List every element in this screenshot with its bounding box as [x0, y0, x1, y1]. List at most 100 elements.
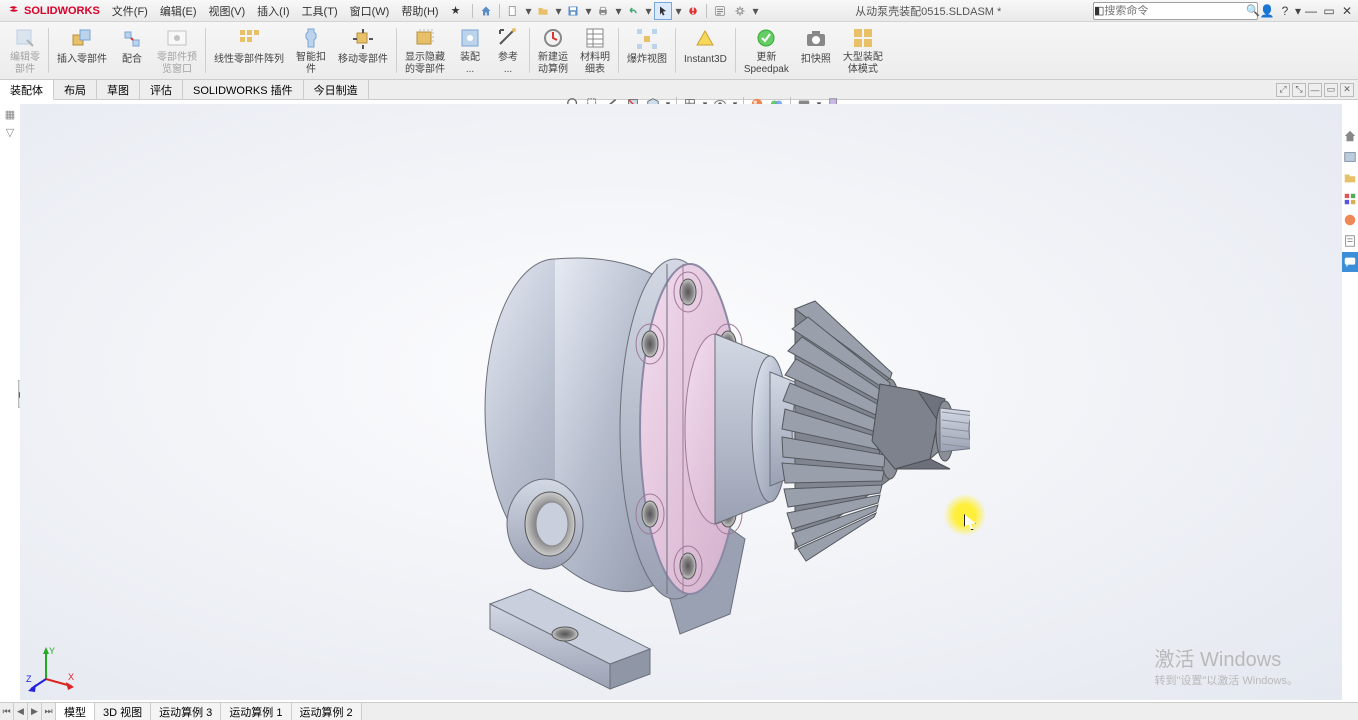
menu-window[interactable]: 窗口(W) — [344, 1, 396, 21]
sheet-tab-3dview[interactable]: 3D 视图 — [95, 703, 151, 720]
tab-nav-last[interactable]: ⏭ — [42, 703, 56, 720]
viewport-restore-icon[interactable]: ▭ — [1324, 83, 1338, 97]
options-button[interactable] — [711, 2, 729, 20]
svg-text:Z: Z — [26, 674, 32, 684]
settings-button[interactable] — [731, 2, 749, 20]
motion-study-button[interactable]: 新建运 动算例 — [532, 24, 574, 77]
toggle-parts-button[interactable]: 显示隐藏 的零部件 — [399, 24, 451, 77]
mate-button[interactable]: 配合 — [113, 24, 151, 77]
save-dropdown[interactable]: ▾ — [584, 2, 592, 20]
rebuild-button[interactable] — [684, 2, 702, 20]
sheet-tab-motion2[interactable]: 运动算例 2 — [292, 703, 362, 720]
app-logo: SOLIDWORKS — [2, 4, 106, 18]
sheet-tab-motion1[interactable]: 运动算例 1 — [221, 703, 291, 720]
move-part-button[interactable]: 移动零部件 — [332, 24, 394, 77]
feature-manager-flyout[interactable]: ▦ ▽ — [2, 106, 20, 142]
preview-button[interactable]: 零部件预 览窗口 — [151, 24, 203, 77]
select-dropdown[interactable]: ▾ — [674, 2, 682, 20]
quick-access-toolbar: ▾ ▾ ▾ ▾ ▾ ▾ ▾ — [466, 2, 763, 20]
tab-sketch[interactable]: 草图 — [97, 80, 140, 99]
model-render — [450, 214, 970, 694]
watermark-sub: 转到"设置"以激活 Windows。 — [1155, 672, 1299, 688]
undo-button[interactable] — [624, 2, 642, 20]
maximize-button[interactable]: ▭ — [1320, 2, 1338, 20]
orientation-triad[interactable]: Y X Z — [26, 644, 76, 694]
tab-nav-first[interactable]: ⏮ — [0, 703, 14, 720]
sheet-tab-model[interactable]: 模型 — [56, 703, 95, 720]
menu-file[interactable]: 文件(F) — [106, 1, 154, 21]
tp-property-icon[interactable] — [1342, 231, 1358, 251]
tp-library-icon[interactable] — [1342, 147, 1358, 167]
solidworks-logo-icon — [8, 4, 22, 18]
explode-button[interactable]: 爆炸视图 — [621, 24, 673, 77]
help-dropdown[interactable]: ▾ — [1294, 2, 1302, 20]
command-ribbon: 编辑零 部件 插入零部件 配合 零部件预 览窗口 线性零部件阵列 智能扣 件 移… — [0, 22, 1358, 80]
login-icon[interactable]: 👤 — [1258, 2, 1276, 20]
reference-button[interactable]: 参考 ... — [489, 24, 527, 77]
menu-view[interactable]: 视图(V) — [203, 1, 252, 21]
task-pane — [1342, 126, 1358, 273]
save-button[interactable] — [564, 2, 582, 20]
tab-evaluate[interactable]: 评估 — [140, 80, 183, 99]
app-logo-text: SOLIDWORKS — [24, 5, 100, 17]
windows-activation-watermark: 激活 Windows 转到"设置"以激活 Windows。 — [1155, 643, 1299, 688]
search-input[interactable] — [1104, 5, 1246, 17]
viewport-collapse-icon[interactable]: ⤡ — [1292, 83, 1306, 97]
instant3d-button[interactable]: Instant3D — [678, 24, 733, 77]
help-icon[interactable]: ? — [1276, 2, 1294, 20]
new-dropdown[interactable]: ▾ — [524, 2, 532, 20]
graphics-area[interactable]: Y X Z 激活 Windows 转到"设置"以激活 Windows。 — [20, 104, 1342, 700]
search-box[interactable]: ◧ 🔍 — [1093, 2, 1258, 20]
menu-star[interactable]: ★ — [445, 2, 467, 19]
home-button[interactable] — [477, 2, 495, 20]
sheet-tab-motion3[interactable]: 运动算例 3 — [151, 703, 221, 720]
tab-today[interactable]: 今日制造 — [304, 80, 369, 99]
tp-home-icon[interactable] — [1342, 126, 1358, 146]
menu-edit[interactable]: 编辑(E) — [154, 1, 203, 21]
print-dropdown[interactable]: ▾ — [614, 2, 622, 20]
settings-dropdown[interactable]: ▾ — [751, 2, 759, 20]
edit-part-button[interactable]: 编辑零 部件 — [4, 24, 46, 77]
tp-explorer-icon[interactable] — [1342, 168, 1358, 188]
cursor-highlight — [944, 494, 986, 536]
smart-fastener-button[interactable]: 智能扣 件 — [290, 24, 332, 77]
close-button[interactable]: ✕ — [1338, 2, 1356, 20]
viewport-close-icon[interactable]: ✕ — [1340, 83, 1354, 97]
print-button[interactable] — [594, 2, 612, 20]
tp-view-palette-icon[interactable] — [1342, 189, 1358, 209]
open-button[interactable] — [534, 2, 552, 20]
svg-text:X: X — [68, 672, 74, 682]
tab-sw-addins[interactable]: SOLIDWORKS 插件 — [183, 80, 304, 99]
assembly-features-button[interactable]: 装配 ... — [451, 24, 489, 77]
tab-nav-next[interactable]: ▶ — [28, 703, 42, 720]
viewport-minimize-icon[interactable]: — — [1308, 83, 1322, 97]
new-button[interactable] — [504, 2, 522, 20]
tab-assembly[interactable]: 装配体 — [0, 80, 54, 100]
watermark-title: 激活 Windows — [1155, 643, 1299, 672]
minimize-button[interactable]: — — [1302, 2, 1320, 20]
bom-button[interactable]: 材料明 细表 — [574, 24, 616, 77]
large-assembly-button[interactable]: 大型装配 体模式 — [837, 24, 889, 77]
search-scope-icon[interactable]: ◧ — [1094, 4, 1104, 17]
open-dropdown[interactable]: ▾ — [554, 2, 562, 20]
tab-nav-prev[interactable]: ◀ — [14, 703, 28, 720]
bottom-tabs: ⏮ ◀ ▶ ⏭ 模型 3D 视图 运动算例 3 运动算例 1 运动算例 2 — [0, 702, 1358, 720]
menu-tools[interactable]: 工具(T) — [296, 1, 344, 21]
fm-filter-icon[interactable]: ▽ — [2, 124, 18, 140]
document-title: 从动泵壳装配0515.SLDASM * — [855, 3, 1001, 19]
speedpak-button[interactable]: 更新 Speedpak — [738, 24, 795, 77]
linear-pattern-button[interactable]: 线性零部件阵列 — [208, 24, 290, 77]
menu-insert[interactable]: 插入(I) — [251, 1, 295, 21]
viewport-expand-icon[interactable]: ⤢ — [1276, 83, 1290, 97]
menu-bar: SOLIDWORKS 文件(F) 编辑(E) 视图(V) 插入(I) 工具(T)… — [0, 0, 1358, 22]
menu-help[interactable]: 帮助(H) — [395, 1, 444, 21]
tp-forum-icon[interactable] — [1342, 252, 1358, 272]
snapshot-button[interactable]: 扣快照 — [795, 24, 837, 77]
undo-dropdown[interactable]: ▾ — [644, 2, 652, 20]
insert-parts-button[interactable]: 插入零部件 — [51, 24, 113, 77]
svg-text:Y: Y — [49, 646, 55, 656]
tp-appearance-icon[interactable] — [1342, 210, 1358, 230]
fm-tree-icon[interactable]: ▦ — [2, 106, 18, 122]
tab-layout[interactable]: 布局 — [54, 80, 97, 99]
select-button[interactable] — [654, 2, 672, 20]
